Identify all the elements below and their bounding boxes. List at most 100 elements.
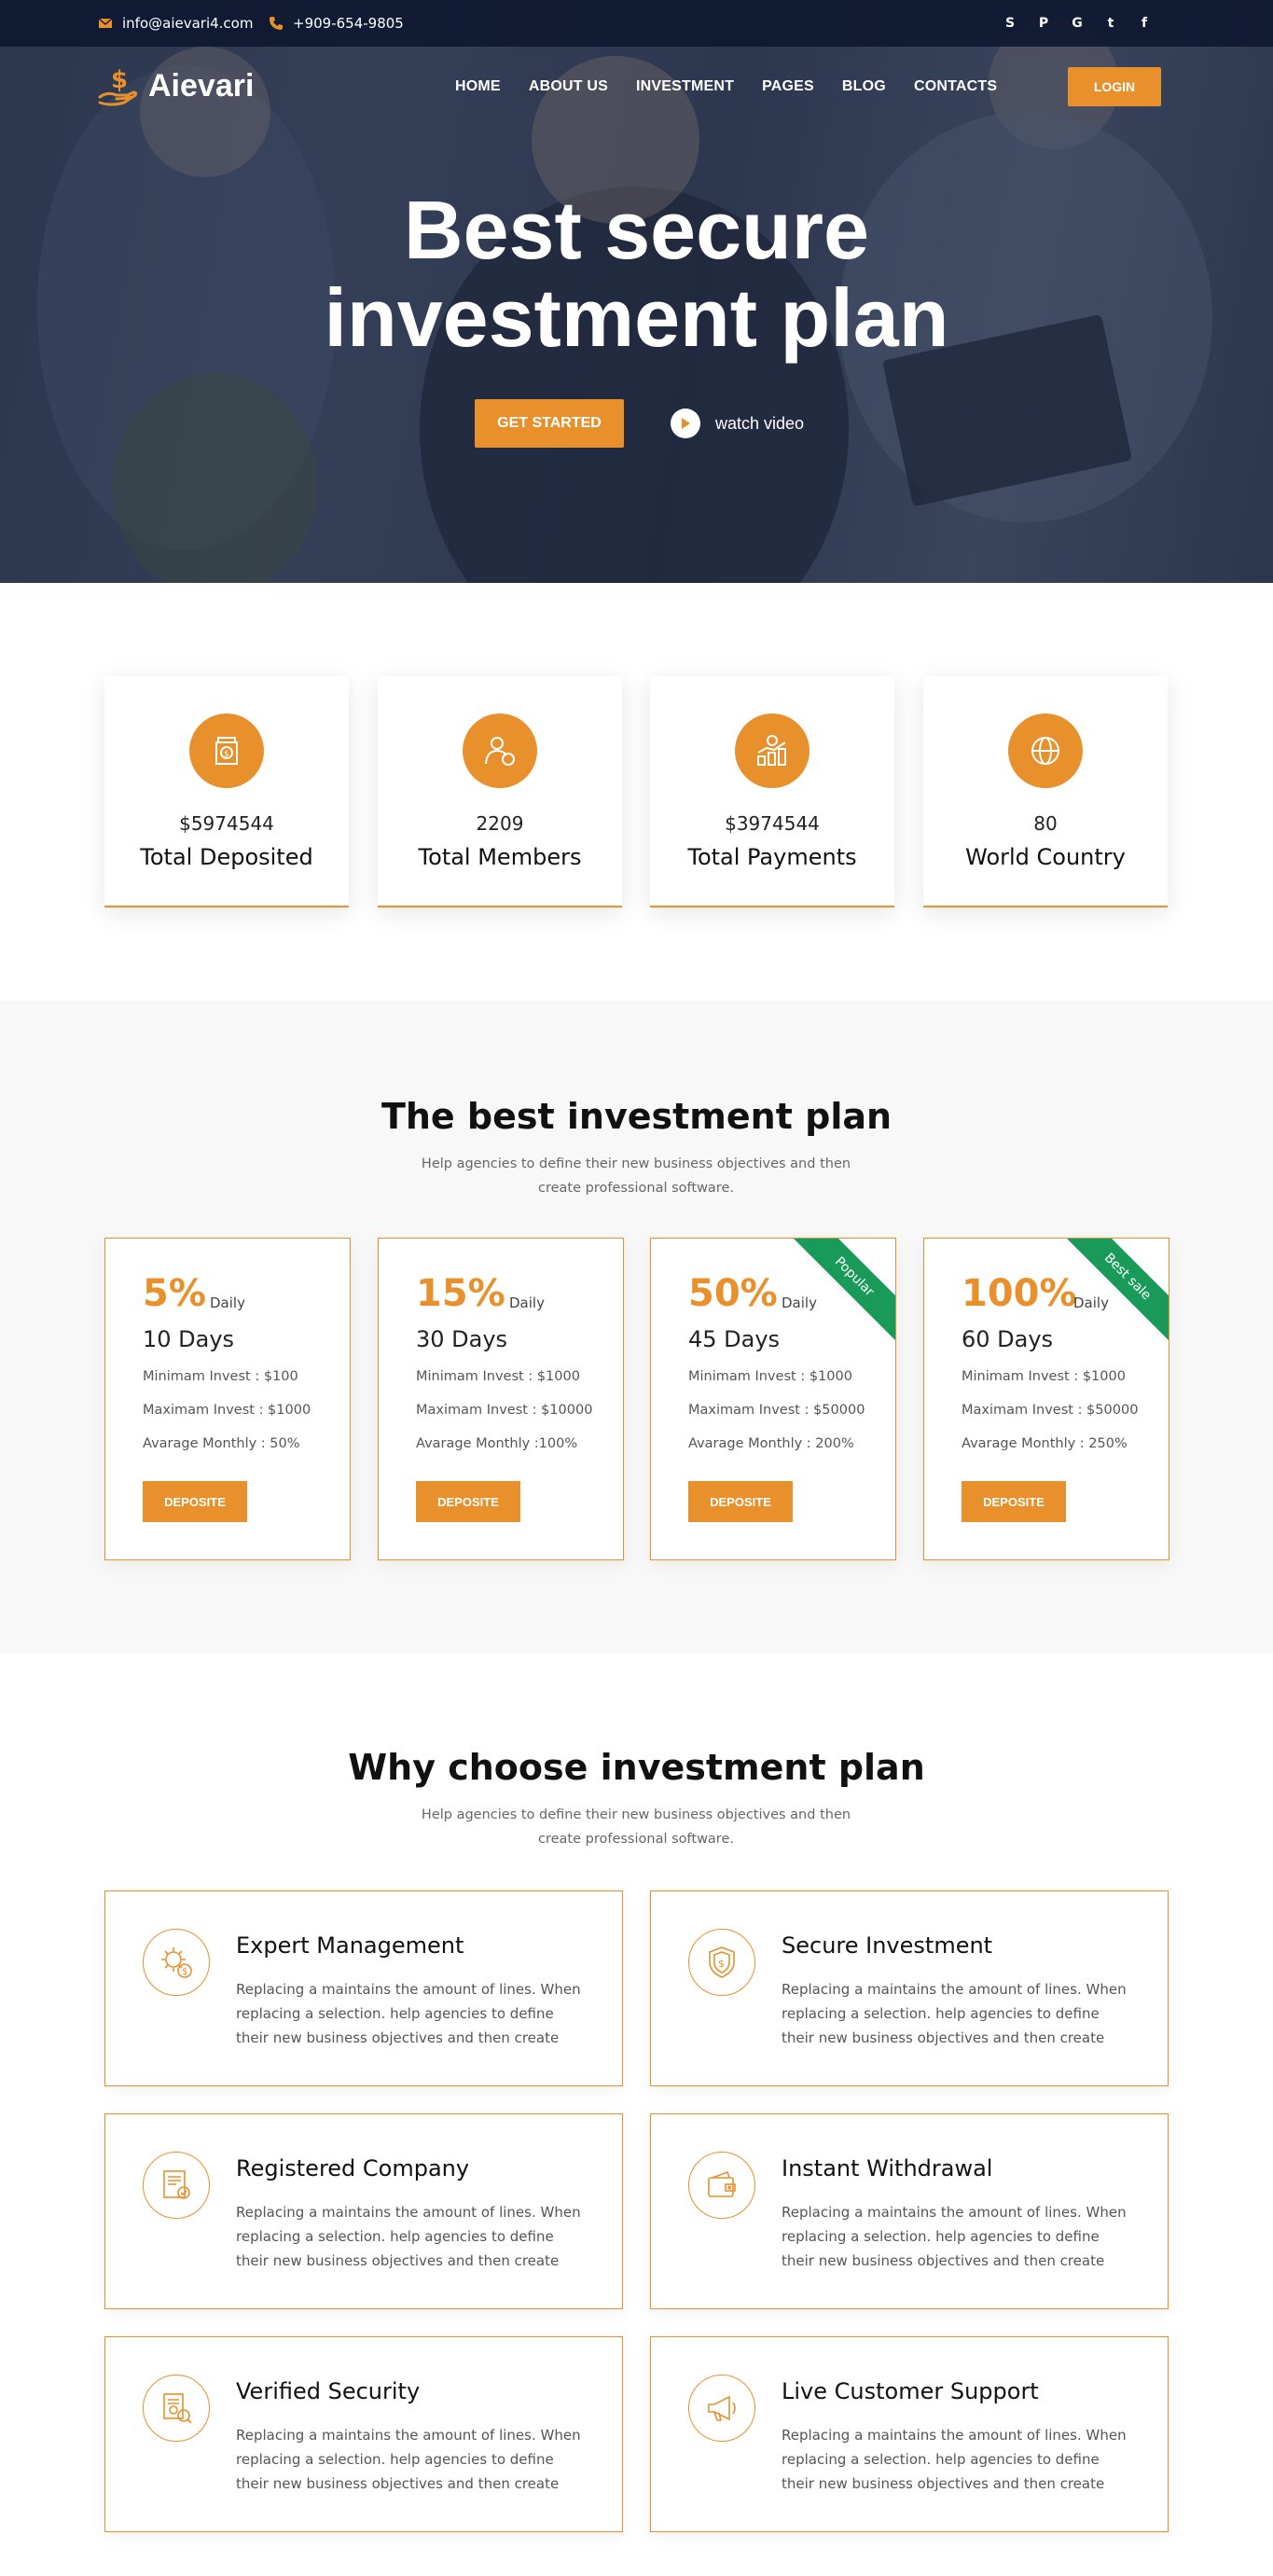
feature-description: Replacing a maintains the amount of line… (782, 2427, 1127, 2492)
plan-monthly: Avarage Monthly : 50% (143, 1436, 300, 1451)
feature-title: Live Customer Support (782, 2378, 1039, 2404)
feature-instant-withdrawal: Instant Withdrawal Replacing a maintains… (650, 2113, 1169, 2309)
plan-rate: 50% (688, 1272, 778, 1315)
svg-text:$: $ (182, 1967, 187, 1977)
brand-name: Aievari (148, 67, 255, 104)
svg-text:$: $ (224, 750, 229, 759)
stat-value: $5974544 (179, 812, 274, 835)
stat-value: 80 (1033, 812, 1058, 835)
why-choose-section: Why choose investment plan Help agencies… (0, 1654, 1273, 2576)
stat-value: $3974544 (725, 812, 820, 835)
money-jar-icon: $ (189, 713, 264, 788)
nav-about-us[interactable]: ABOUT US (529, 78, 608, 95)
plan-min-invest: Minimam Invest : $1000 (962, 1369, 1126, 1384)
nav-pages[interactable]: PAGES (762, 78, 814, 95)
plan-max-invest: Maximam Invest : $50000 (962, 1403, 1139, 1418)
hero-title-line-2: investment plan (324, 271, 949, 364)
feature-title: Secure Investment (782, 1932, 993, 1959)
stat-label: Total Members (418, 844, 582, 870)
top-bar: info@aievari4.com +909-654-9805 S P G t … (0, 0, 1273, 47)
social-links: S P G t f (1003, 0, 1152, 47)
nav-contacts[interactable]: CONTACTS (914, 78, 997, 95)
stat-label: Total Deposited (140, 844, 313, 870)
globe-dollar-icon (1008, 713, 1083, 788)
svg-text:$: $ (718, 1958, 725, 1970)
email-contact[interactable]: info@aievari4.com (98, 0, 253, 47)
plan-period: Daily (509, 1295, 545, 1311)
stat-card-world-country: 80 World Country (923, 676, 1168, 907)
plan-card-5-percent: 5% Daily 10 Days Minimam Invest : $100 M… (104, 1238, 351, 1560)
hero-title-line-1: Best secure (404, 184, 869, 276)
plan-min-invest: Minimam Invest : $1000 (688, 1369, 852, 1384)
watch-video-label[interactable]: watch video (715, 414, 804, 434)
play-icon[interactable] (671, 409, 700, 438)
stat-value: 2209 (476, 812, 524, 835)
plan-max-invest: Maximam Invest : $50000 (688, 1403, 865, 1418)
plan-card-15-percent: 15% Daily 30 Days Minimam Invest : $1000… (378, 1238, 624, 1560)
plan-monthly: Avarage Monthly : 250% (962, 1436, 1128, 1451)
why-subtitle: Help agencies to define their new busine… (421, 1807, 851, 1847)
plans-subtitle: Help agencies to define their new busine… (421, 1156, 851, 1196)
plan-rate: 15% (416, 1272, 505, 1315)
stat-label: Total Payments (687, 844, 857, 870)
deposit-button[interactable]: DEPOSITE (688, 1481, 793, 1522)
stat-card-total-members: 2209 Total Members (378, 676, 622, 907)
nav-home[interactable]: HOME (455, 78, 501, 95)
feature-secure-investment: $ Secure Investment Replacing a maintain… (650, 1890, 1169, 2086)
main-navigation: $ Aievari HOME ABOUT US INVESTMENT PAGES… (0, 47, 1273, 126)
deposit-button[interactable]: DEPOSITE (962, 1481, 1066, 1522)
nav-blog[interactable]: BLOG (842, 78, 886, 95)
feature-description: Replacing a maintains the amount of line… (236, 2204, 581, 2269)
phone-text[interactable]: +909-654-9805 (293, 15, 404, 32)
plan-days: 45 Days (688, 1326, 781, 1352)
envelope-icon (98, 18, 113, 28)
feature-description: Replacing a maintains the amount of line… (236, 2427, 581, 2492)
plan-rate: 100% (962, 1272, 1077, 1315)
hero-actions: GET STARTED watch video (475, 399, 804, 448)
plan-min-invest: Minimam Invest : $100 (143, 1369, 298, 1384)
verified-document-icon (143, 2375, 210, 2442)
plan-period: Daily (210, 1295, 245, 1311)
twitter-icon[interactable]: t (1103, 16, 1118, 31)
pinterest-icon[interactable]: P (1036, 16, 1051, 31)
svg-text:$: $ (111, 66, 128, 94)
why-title: Why choose investment plan (348, 1747, 925, 1788)
feature-title: Verified Security (236, 2378, 421, 2404)
get-started-button[interactable]: GET STARTED (475, 399, 624, 448)
wallet-icon (688, 2152, 755, 2219)
nav-investment[interactable]: INVESTMENT (636, 78, 734, 95)
plan-period: Daily (782, 1295, 817, 1311)
login-button[interactable]: LOGIN (1068, 67, 1161, 106)
plan-card-100-percent: Best sale 100% Daily 60 Days Minimam Inv… (923, 1238, 1169, 1560)
phone-contact[interactable]: +909-654-9805 (269, 0, 404, 47)
skype-icon[interactable]: S (1003, 16, 1017, 31)
plan-monthly: Avarage Monthly : 200% (688, 1436, 854, 1451)
plan-days: 10 Days (143, 1326, 235, 1352)
feature-title: Instant Withdrawal (782, 2155, 993, 2181)
certificate-icon (143, 2152, 210, 2219)
nav-menu: HOME ABOUT US INVESTMENT PAGES BLOG CONT… (455, 47, 1025, 126)
stat-card-total-payments: $3974544 Total Payments (650, 676, 894, 907)
feature-description: Replacing a maintains the amount of line… (236, 1981, 581, 2046)
deposit-button[interactable]: DEPOSITE (416, 1481, 520, 1522)
investment-plans-section: The best investment plan Help agencies t… (0, 1001, 1273, 1654)
google-icon[interactable]: G (1070, 16, 1085, 31)
feature-expert-management: $ Expert Management Replacing a maintain… (104, 1890, 623, 2086)
gear-dollar-icon: $ (143, 1929, 210, 1996)
feature-live-customer-support: Live Customer Support Replacing a mainta… (650, 2336, 1169, 2532)
member-badge-icon (463, 713, 537, 788)
feature-title: Registered Company (236, 2155, 470, 2181)
feature-description: Replacing a maintains the amount of line… (782, 1981, 1127, 2046)
plan-max-invest: Maximam Invest : $10000 (416, 1403, 593, 1418)
feature-title: Expert Management (236, 1932, 464, 1959)
email-text[interactable]: info@aievari4.com (122, 15, 253, 32)
plan-card-50-percent: Popular 50% Daily 45 Days Minimam Invest… (650, 1238, 896, 1560)
hand-dollar-icon: $ (98, 66, 138, 106)
deposit-button[interactable]: DEPOSITE (143, 1481, 247, 1522)
hero-section: $ Aievari HOME ABOUT US INVESTMENT PAGES… (0, 0, 1273, 583)
feature-verified-security: Verified Security Replacing a maintains … (104, 2336, 623, 2532)
site-logo[interactable]: $ Aievari (98, 63, 254, 108)
watch-video-link[interactable]: watch video (671, 409, 804, 438)
facebook-icon[interactable]: f (1137, 16, 1152, 31)
stat-label: World Country (965, 844, 1126, 870)
